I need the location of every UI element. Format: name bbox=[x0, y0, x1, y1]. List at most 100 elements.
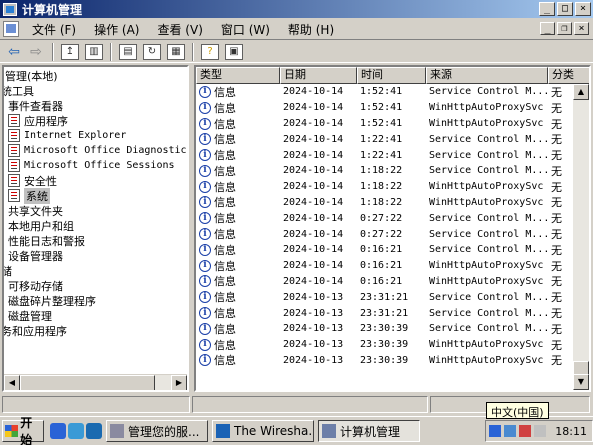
language-icon[interactable] bbox=[489, 425, 501, 437]
tree-item-system-log[interactable]: 系统 bbox=[8, 187, 50, 204]
cell-source: Service Control M... bbox=[429, 86, 548, 98]
table-row[interactable]: i 信息 2024-10-14 1:18:22 WinHttpAutoProxySvc 无 bbox=[196, 195, 576, 211]
minimize-button[interactable]: _ bbox=[539, 2, 555, 16]
column-header-type[interactable]: 类型 bbox=[196, 67, 280, 84]
tree-item-internet-explorer-log[interactable]: Internet Explorer bbox=[8, 128, 126, 143]
cell-time: 1:18:22 bbox=[360, 165, 403, 177]
event-type-label: 信息 bbox=[214, 133, 236, 147]
tree-item-device-manager[interactable]: 设备管理器 bbox=[8, 248, 63, 263]
properties-icon[interactable]: ▤ bbox=[119, 43, 137, 60]
help-topics-icon[interactable]: ▣ bbox=[225, 43, 243, 60]
network-icon[interactable] bbox=[504, 425, 516, 437]
tree-item-shared-folders[interactable]: 共享文件夹 bbox=[8, 203, 63, 218]
tree-item-performance-logs[interactable]: 性能日志和警报 bbox=[8, 233, 85, 248]
maximize-button[interactable]: □ bbox=[557, 2, 573, 16]
table-row[interactable]: i 信息 2024-10-14 1:22:41 Service Control M...… bbox=[196, 147, 576, 163]
help-icon[interactable]: ? bbox=[201, 43, 219, 60]
back-arrow-icon[interactable]: ⇦ bbox=[4, 43, 24, 61]
table-row[interactable]: i 信息 2024-10-14 1:18:22 Service Control M...… bbox=[196, 163, 576, 179]
menu-view[interactable]: 查看 (V) bbox=[148, 21, 211, 38]
column-header-source[interactable]: 来源 bbox=[426, 67, 548, 84]
menu-action[interactable]: 操作 (A) bbox=[85, 21, 148, 38]
table-row[interactable]: i 信息 2024-10-14 0:16:21 WinHttpAutoProxySvc 无 bbox=[196, 274, 576, 290]
table-row[interactable]: i 信息 2024-10-14 1:18:22 WinHttpAutoProxySvc 无 bbox=[196, 179, 576, 195]
table-row[interactable]: i 信息 2024-10-13 23:30:39 Service Control M..… bbox=[196, 321, 576, 337]
table-row[interactable]: i 信息 2024-10-14 1:52:41 Service Control M...… bbox=[196, 84, 576, 100]
cell-category: 无 bbox=[551, 259, 562, 273]
table-row[interactable]: i 信息 2024-10-14 1:52:41 WinHttpAutoProxySvc 无 bbox=[196, 100, 576, 116]
forward-arrow-icon[interactable]: ⇨ bbox=[26, 43, 46, 61]
column-header-category[interactable]: 分类 bbox=[548, 67, 589, 84]
tree-item-system-tools[interactable]: 统工具 bbox=[4, 83, 34, 98]
taskbar-button-wireshark[interactable]: The Wiresha... bbox=[212, 420, 314, 442]
scroll-down-icon[interactable]: ▼ bbox=[573, 374, 589, 390]
cell-category: 无 bbox=[551, 338, 562, 352]
table-row[interactable]: i 信息 2024-10-14 0:27:22 Service Control M...… bbox=[196, 210, 576, 226]
scroll-thumb[interactable] bbox=[20, 375, 155, 390]
event-type-label: 信息 bbox=[214, 85, 236, 99]
table-row[interactable]: i 信息 2024-10-14 1:22:41 Service Control M...… bbox=[196, 131, 576, 147]
browser-icon[interactable] bbox=[86, 423, 102, 439]
scroll-up-icon[interactable]: ▲ bbox=[573, 84, 589, 100]
scroll-right-icon[interactable]: ▶ bbox=[171, 375, 187, 390]
table-row[interactable]: i 信息 2024-10-13 23:30:39 WinHttpAutoProxySvc… bbox=[196, 353, 576, 369]
tree-item-office-sessions-log[interactable]: Microsoft Office Sessions bbox=[8, 158, 175, 173]
internet-explorer-icon[interactable] bbox=[50, 423, 66, 439]
doc-minimize-button[interactable]: _ bbox=[540, 22, 555, 35]
volume-icon[interactable] bbox=[534, 425, 546, 437]
table-row[interactable]: i 信息 2024-10-14 0:16:21 WinHttpAutoProxySvc 无 bbox=[196, 258, 576, 274]
taskbar-button-manage-server[interactable]: 管理您的服... bbox=[106, 420, 208, 442]
column-header-time[interactable]: 时间 bbox=[357, 67, 426, 84]
menu-file[interactable]: 文件 (F) bbox=[23, 21, 85, 38]
table-row[interactable]: i 信息 2024-10-13 23:31:21 Service Control M..… bbox=[196, 305, 576, 321]
table-row[interactable]: i 信息 2024-10-14 0:27:22 Service Control M...… bbox=[196, 226, 576, 242]
tree-item-disk-defragmenter[interactable]: 磁盘碎片整理程序 bbox=[8, 293, 96, 308]
start-button[interactable]: 开始 bbox=[2, 416, 44, 445]
show-hide-tree-icon[interactable]: ▥ bbox=[85, 43, 103, 60]
menu-help[interactable]: 帮助 (H) bbox=[279, 21, 343, 38]
tree-item-security-log[interactable]: 安全性 bbox=[8, 173, 57, 188]
show-desktop-icon[interactable] bbox=[68, 423, 84, 439]
title-bar[interactable]: 计算机管理 _ □ × bbox=[0, 0, 593, 18]
cell-source: Service Control M... bbox=[429, 323, 548, 335]
cell-category: 无 bbox=[551, 243, 562, 257]
cell-type: i 信息 bbox=[196, 179, 280, 195]
list-vertical-scrollbar[interactable]: ▲ ▼ bbox=[573, 84, 589, 390]
doc-close-button[interactable]: × bbox=[574, 22, 589, 35]
cell-type: i 信息 bbox=[196, 258, 280, 274]
table-row[interactable]: i 信息 2024-10-14 0:16:21 Service Control M...… bbox=[196, 242, 576, 258]
column-header-date[interactable]: 日期 bbox=[280, 67, 357, 84]
tree-item-office-diagnostics-log[interactable]: Microsoft Office Diagnostics bbox=[8, 143, 187, 158]
event-list[interactable]: 类型 日期 时间 来源 分类 i 信息 2024-10-14 1:52:41 Servi… bbox=[194, 65, 591, 392]
tree-horizontal-scrollbar[interactable]: ◀ ▶ bbox=[4, 374, 187, 390]
menu-window[interactable]: 窗口 (W) bbox=[212, 21, 279, 38]
security-icon[interactable] bbox=[519, 425, 531, 437]
tree-item-local-users-groups[interactable]: 本地用户和组 bbox=[8, 218, 74, 233]
console-tree[interactable]: 管理(本地) 统工具 事件查看器 应用程序 Internet Explorer … bbox=[2, 65, 189, 392]
table-row[interactable]: i 信息 2024-10-13 23:30:39 WinHttpAutoProxySvc… bbox=[196, 337, 576, 353]
doc-restore-button[interactable]: ❐ bbox=[557, 22, 572, 35]
up-level-icon[interactable]: ↥ bbox=[61, 43, 79, 60]
scroll-left-icon[interactable]: ◀ bbox=[4, 375, 20, 390]
tree-item-computer-management[interactable]: 管理(本地) bbox=[5, 68, 58, 83]
table-row[interactable]: i 信息 2024-10-14 1:52:41 WinHttpAutoProxySvc 无 bbox=[196, 116, 576, 132]
tree-item-disk-management[interactable]: 磁盘管理 bbox=[8, 308, 52, 323]
cell-date: 2024-10-14 bbox=[283, 165, 344, 177]
scroll-thumb[interactable] bbox=[573, 361, 589, 375]
table-row[interactable]: i 信息 2024-10-13 23:31:21 Service Control M..… bbox=[196, 289, 576, 305]
wireshark-icon bbox=[216, 424, 230, 438]
refresh-icon[interactable]: ↻ bbox=[143, 43, 161, 60]
cell-type: i 信息 bbox=[196, 147, 280, 163]
close-button[interactable]: × bbox=[575, 2, 591, 16]
taskbar-button-computer-management[interactable]: 计算机管理 bbox=[318, 420, 420, 442]
tree-item-services-applications[interactable]: 务和应用程序 bbox=[4, 323, 67, 338]
tree-item-application-log[interactable]: 应用程序 bbox=[8, 113, 68, 128]
window-title: 计算机管理 bbox=[22, 2, 83, 17]
tree-item-event-viewer[interactable]: 事件查看器 bbox=[8, 98, 63, 113]
mmc-icon[interactable] bbox=[3, 21, 19, 37]
tree-item-storage[interactable]: 储 bbox=[4, 263, 12, 278]
tree-item-removable-storage[interactable]: 可移动存储 bbox=[8, 278, 63, 293]
clock[interactable]: 18:11 bbox=[555, 425, 587, 438]
cell-source: WinHttpAutoProxySvc bbox=[429, 275, 544, 287]
export-list-icon[interactable]: ▦ bbox=[167, 43, 185, 60]
